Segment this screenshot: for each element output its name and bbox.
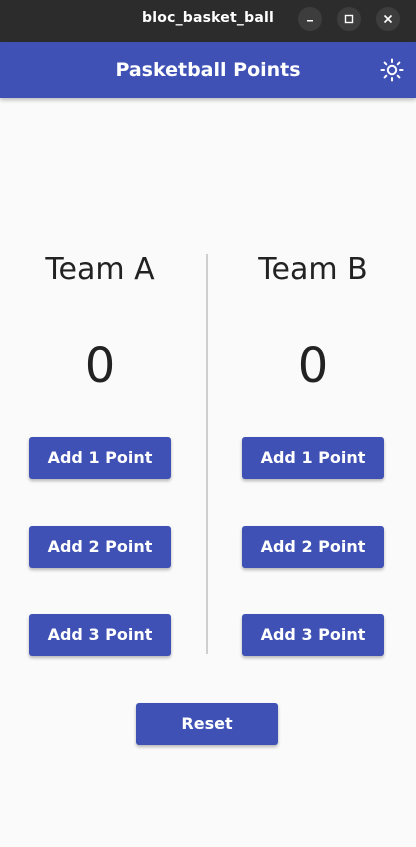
brightness-icon[interactable] [380,58,404,82]
team-b-add-3-button[interactable]: Add 3 Point [242,614,384,656]
team-a-name: Team A [45,252,155,287]
close-button[interactable] [376,7,400,31]
app-window: bloc_basket_ball Pasketball Points Team … [0,0,416,847]
team-b-name: Team B [258,252,368,287]
team-a-score: 0 [84,338,116,394]
maximize-icon [344,14,354,24]
team-a-add-1-button[interactable]: Add 1 Point [29,437,171,479]
maximize-button[interactable] [337,7,361,31]
team-b-add-1-button[interactable]: Add 1 Point [242,437,384,479]
team-a-add-2-button[interactable]: Add 2 Point [29,526,171,568]
reset-button[interactable]: Reset [136,703,278,745]
window-titlebar[interactable]: bloc_basket_ball [0,0,416,42]
minimize-button[interactable] [298,7,322,31]
team-a-add-3-button[interactable]: Add 3 Point [29,614,171,656]
minimize-icon [307,20,313,22]
app-title: Pasketball Points [115,59,301,81]
team-divider [206,254,208,654]
close-icon [383,14,393,24]
team-b-score: 0 [297,338,329,394]
app-bar: Pasketball Points [0,42,416,98]
team-b-add-2-button[interactable]: Add 2 Point [242,526,384,568]
